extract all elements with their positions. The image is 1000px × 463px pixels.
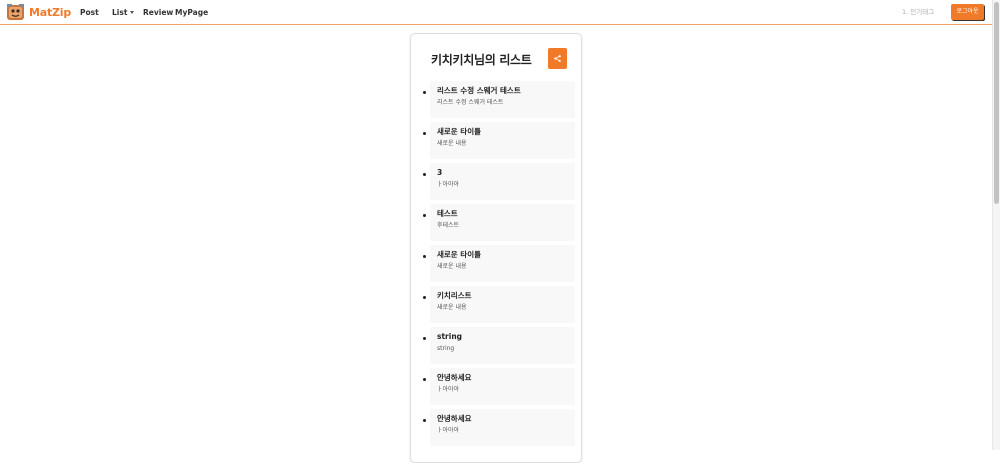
list-item[interactable]: 3 ㅏ아아아	[423, 163, 575, 200]
list-card: 키치키치님의 리스트 리스트 수정 스웨거 테스트 리스트 수정 스웨거 테스트…	[410, 33, 582, 463]
logo-icon	[7, 4, 24, 20]
list-item-title: 안녕하세요	[437, 414, 472, 423]
share-icon	[554, 55, 561, 62]
logo-text: MatZip	[29, 6, 72, 19]
list-item-title: 새로운 타이틀	[437, 250, 482, 259]
list-item-content: ㅏ아아아	[437, 427, 460, 434]
bullet-icon	[423, 378, 426, 381]
bullet-icon	[423, 132, 426, 135]
list-item[interactable]: 테스트 후테스트	[423, 204, 575, 241]
list-item[interactable]: 키치리스트 새로운 내용	[423, 286, 575, 323]
bullet-icon	[423, 419, 426, 422]
bullet-icon	[423, 255, 426, 258]
list-item[interactable]: 안녕하세요 ㅏ아아아	[423, 409, 575, 446]
nav-list-label: List	[112, 8, 128, 17]
list-item[interactable]: 새로운 타이틀 새로운 내용	[423, 122, 575, 159]
bullet-icon	[423, 214, 426, 217]
caret-down-icon	[130, 11, 135, 14]
list-item-title: string	[437, 332, 463, 341]
list-item[interactable]: 새로운 타이틀 새로운 내용	[423, 245, 575, 282]
nav-review-link[interactable]: Review	[143, 7, 173, 18]
list-item-title: 키치리스트	[437, 291, 472, 300]
popular-tag-ticker[interactable]: 1. 인기태그	[902, 7, 934, 18]
top-navbar: MatZip Post List Review MyPage 1. 인기태그 로…	[0, 0, 992, 25]
list-item-content: 리스트 수정 스웨거 테스트	[437, 99, 504, 106]
list-item-content: 새로운 내용	[437, 140, 467, 147]
bullet-icon	[423, 337, 426, 340]
logout-button[interactable]: 로그아웃	[951, 4, 984, 20]
nav-list-dropdown[interactable]: List	[112, 7, 135, 18]
list-item-title: 리스트 수정 스웨거 테스트	[437, 86, 521, 95]
list-item-content: ㅏ아아아	[437, 386, 460, 393]
list-item-title: 3	[437, 168, 443, 177]
bullet-icon	[423, 296, 426, 299]
scrollbar-thumb[interactable]	[994, 2, 999, 204]
list-item[interactable]: string string	[423, 327, 575, 364]
list-item[interactable]: 리스트 수정 스웨거 테스트 리스트 수정 스웨거 테스트	[423, 81, 575, 118]
list-item-content: 새로운 내용	[437, 304, 467, 311]
bullet-icon	[423, 173, 426, 176]
nav-mypage-link[interactable]: MyPage	[175, 7, 208, 18]
logo[interactable]: MatZip	[6, 3, 71, 22]
page-title: 키치키치님의 리스트	[431, 53, 532, 67]
page-scrollbar[interactable]	[992, 0, 1000, 450]
list-item-title: 안녕하세요	[437, 373, 472, 382]
list-item-content: 후테스트	[437, 222, 460, 229]
list-item-content: string	[437, 345, 455, 352]
list-item-content: ㅏ아아아	[437, 181, 460, 188]
list-item[interactable]: 안녕하세요 ㅏ아아아	[423, 368, 575, 405]
nav-post-link[interactable]: Post	[80, 7, 99, 18]
list-item-title: 새로운 타이틀	[437, 127, 482, 136]
list-item-content: 새로운 내용	[437, 263, 467, 270]
share-button[interactable]	[548, 48, 567, 69]
bullet-icon	[423, 91, 426, 94]
list-item-title: 테스트	[437, 209, 458, 218]
